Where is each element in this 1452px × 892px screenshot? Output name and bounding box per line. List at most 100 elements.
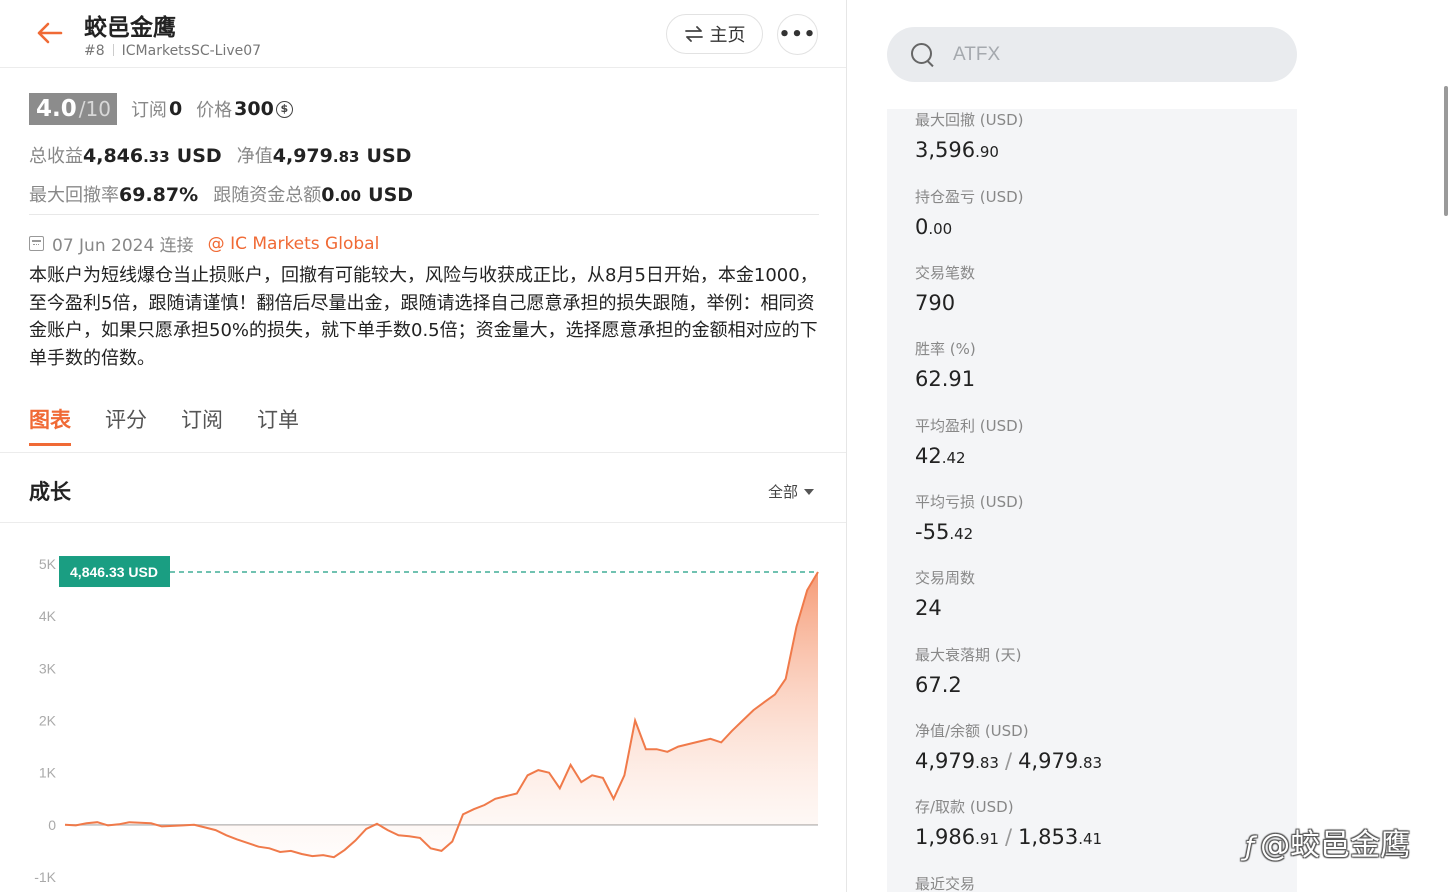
tab-rating[interactable]: 评分	[105, 404, 147, 446]
max-drawdown-label: 最大回撤率	[29, 185, 119, 206]
total-profit-unit: USD	[176, 145, 222, 167]
tab-bar: 图表 评分 订阅 订单	[29, 404, 299, 446]
stat-label: 最近交易	[915, 875, 976, 892]
y-tick-label: 4K	[39, 608, 57, 624]
stat-item: 净值/余额 (USD) 4,979.83/4,979.83	[915, 720, 1102, 773]
stat-value: 4,979.83/4,979.83	[915, 749, 1103, 773]
growth-chart: 5K 4K 3K 2K 1K 0 -1K 4,846.33 USD	[34, 556, 819, 885]
range-dropdown[interactable]: 全部	[768, 481, 815, 502]
total-profit-label: 总收益	[29, 146, 83, 167]
broker-link[interactable]: @ IC Markets Global	[208, 234, 380, 254]
stat-item: 最大回撤 (USD) 3,596.90	[915, 109, 1024, 162]
follow-funds-decimal: .00	[334, 187, 362, 205]
stat-value: 62.91	[915, 367, 976, 391]
y-tick-label: 1K	[39, 765, 57, 781]
page-title: 蛟邑金鹰	[84, 15, 176, 41]
more-icon: •••	[778, 24, 817, 45]
search-input[interactable]	[953, 43, 1253, 66]
growth-area	[65, 572, 818, 858]
connection-date: 07 Jun 2024 连接	[52, 236, 194, 256]
growth-section-title: 成长	[29, 480, 71, 504]
stat-label: 交易笔数	[915, 264, 976, 282]
equity-unit: USD	[366, 145, 412, 167]
current-value-text: 4,846.33 USD	[70, 564, 158, 580]
stat-item: 平均亏损 (USD) -55.42	[915, 491, 1024, 544]
stat-value: 67.2	[915, 673, 962, 697]
stat-item: 最大衰落期 (天) 67.2	[915, 644, 1021, 697]
current-value-label: 4,846.33 USD	[59, 556, 170, 588]
stat-label: 平均盈利 (USD)	[915, 417, 1024, 435]
rating-max: /10	[78, 97, 111, 121]
subscribe-label: 订阅	[130, 100, 167, 121]
stat-value: 24	[915, 596, 942, 620]
total-profit-decimal: .33	[143, 148, 170, 166]
account-server: ICMarketsSC-Live07	[121, 43, 262, 59]
account-description: 本账户为短线爆仓当止损账户，回撤有可能较大，风险与收获成正比，从8月5日开始，本…	[29, 265, 818, 369]
more-options-button[interactable]: •••	[777, 14, 818, 55]
stat-item: 交易笔数 790	[915, 262, 975, 315]
stat-value: 0.00	[915, 215, 953, 239]
max-drawdown-value: 69.87%	[119, 184, 199, 206]
stat-value: 790	[915, 291, 956, 315]
stat-item: 胜率 (%) 62.91	[915, 338, 976, 391]
rank-label: #8	[84, 43, 105, 59]
stat-label: 净值/余额 (USD)	[915, 722, 1029, 740]
equity-value: 4,979	[272, 145, 333, 167]
total-profit-value: 4,846	[83, 145, 144, 167]
stat-value: -55.42	[915, 520, 974, 544]
price-value: 300	[234, 98, 274, 120]
stat-label: 交易周数	[915, 569, 976, 587]
rating-score: 4.0	[36, 96, 77, 122]
range-dropdown-label: 全部	[768, 483, 799, 501]
y-tick-label: 0	[48, 817, 56, 833]
rating-badge: 4.0 /10	[29, 93, 117, 125]
y-tick-label: -1K	[34, 869, 56, 885]
stat-label: 最大衰落期 (天)	[915, 646, 1022, 664]
account-detail-panel: 蛟邑金鹰 #8 ICMarketsSC-Live07 主页 ••• 4.0 /10…	[0, 0, 847, 892]
stat-item: 最近交易	[915, 873, 975, 892]
watermark-logo-icon: ƒ	[1245, 832, 1255, 862]
stat-value: 42.42	[915, 444, 966, 468]
y-tick-label: 5K	[39, 556, 57, 572]
tabs-divider	[0, 452, 846, 453]
swap-icon	[684, 26, 703, 42]
stat-item: 平均盈利 (USD) 42.42	[915, 415, 1024, 468]
stat-label: 最大回撤 (USD)	[915, 111, 1024, 129]
profit-row: 总收益4,846.33 USD 净值4,979.83 USD	[29, 142, 411, 168]
account-header: 蛟邑金鹰 #8 ICMarketsSC-Live07 主页 •••	[0, 0, 846, 68]
stat-value: 1,986.91/1,853.41	[915, 825, 1103, 849]
tab-subscribe[interactable]: 订阅	[181, 404, 223, 446]
subscribe-count: 0	[168, 98, 183, 120]
coin-icon: $	[275, 100, 293, 118]
calendar-icon	[29, 236, 44, 251]
follow-funds-value: 0	[321, 184, 335, 206]
divider	[29, 214, 819, 215]
equity-decimal: .83	[332, 148, 360, 166]
drawdown-row: 最大回撤率69.87% 跟随资金总额0.00 USD	[29, 181, 413, 207]
follow-funds-unit: USD	[368, 184, 414, 206]
home-button[interactable]: 主页	[666, 14, 763, 54]
search-bar[interactable]	[887, 27, 1297, 82]
price-label: 价格	[196, 100, 233, 121]
watermark-text: @蛟邑金鹰	[1260, 828, 1411, 863]
stat-label: 存/取款 (USD)	[915, 798, 1014, 816]
tab-chart[interactable]: 图表	[29, 404, 71, 446]
y-tick-label: 2K	[39, 713, 57, 729]
stat-item: 存/取款 (USD) 1,986.91/1,853.41	[915, 796, 1102, 849]
follow-funds-label: 跟随资金总额	[213, 185, 322, 206]
stat-value: 3,596.90	[915, 138, 999, 162]
watermark: ƒ @蛟邑金鹰	[1245, 820, 1410, 864]
home-button-label: 主页	[709, 25, 746, 46]
tab-orders[interactable]: 订单	[257, 404, 299, 446]
stat-label: 胜率 (%)	[915, 340, 976, 358]
account-subtitle: #8 ICMarketsSC-Live07	[84, 43, 261, 59]
stat-item: 交易周数 24	[915, 567, 975, 620]
back-arrow-icon[interactable]	[34, 19, 64, 47]
scrollbar[interactable]	[1444, 86, 1448, 216]
caret-down-icon	[804, 488, 815, 495]
rating-row: 4.0 /10 订阅 0 价格 300 $	[29, 92, 293, 126]
section-divider	[0, 522, 846, 523]
connection-info: 07 Jun 2024 连接 @ IC Markets Global	[29, 231, 379, 256]
stat-label: 持仓盈亏 (USD)	[915, 188, 1024, 206]
y-tick-label: 3K	[39, 660, 57, 676]
